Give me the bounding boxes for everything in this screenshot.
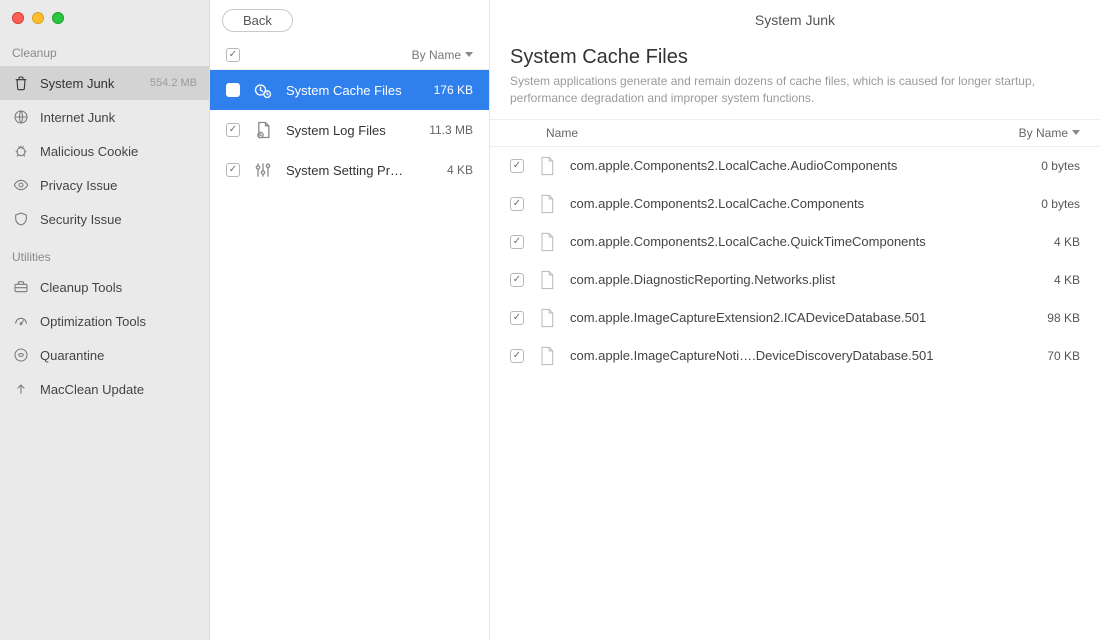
sidebar-item-internet-junk[interactable]: Internet Junk xyxy=(0,100,209,134)
sidebar-section-label: Utilities xyxy=(0,236,209,270)
file-row[interactable]: com.apple.DiagnosticReporting.Networks.p… xyxy=(490,261,1100,299)
file-sort-dropdown[interactable]: By Name xyxy=(1019,126,1080,140)
category-sort-label: By Name xyxy=(412,48,461,62)
file-name: com.apple.ImageCaptureExtension2.ICADevi… xyxy=(570,310,1033,325)
sidebar-item-label: MacClean Update xyxy=(40,382,197,397)
file-checkbox[interactable] xyxy=(510,235,524,249)
category-checkbox[interactable] xyxy=(226,83,240,97)
file-icon xyxy=(538,270,556,290)
settings-icon xyxy=(252,159,274,181)
select-all-checkbox[interactable] xyxy=(226,48,240,62)
category-name: System Log Files xyxy=(286,123,417,138)
category-size: 4 KB xyxy=(447,163,473,177)
category-checkbox[interactable] xyxy=(226,163,240,177)
sidebar-item-label: System Junk xyxy=(40,76,150,91)
detail-panel: System Junk System Cache Files System ap… xyxy=(490,0,1100,640)
file-name: com.apple.ImageCaptureNoti….DeviceDiscov… xyxy=(570,348,1033,363)
file-icon xyxy=(538,346,556,366)
update-icon xyxy=(12,380,30,398)
sidebar-item-macclean-update[interactable]: MacClean Update xyxy=(0,372,209,406)
detail-description: System applications generate and remain … xyxy=(490,73,1100,119)
file-checkbox[interactable] xyxy=(510,311,524,325)
category-checkbox[interactable] xyxy=(226,123,240,137)
sidebar-item-privacy-issue[interactable]: Privacy Issue xyxy=(0,168,209,202)
file-name: com.apple.DiagnosticReporting.Networks.p… xyxy=(570,272,1040,287)
toolbox-icon xyxy=(12,278,30,296)
sidebar-item-label: Optimization Tools xyxy=(40,314,197,329)
sidebar-item-size: 554.2 MB xyxy=(150,77,197,89)
category-row[interactable]: System Cache Files 176 KB xyxy=(210,70,489,110)
file-checkbox[interactable] xyxy=(510,349,524,363)
trash-icon xyxy=(12,74,30,92)
category-row[interactable]: System Setting Pr… 4 KB xyxy=(210,150,489,190)
shield-icon xyxy=(12,210,30,228)
file-icon xyxy=(538,194,556,214)
file-sort-label: By Name xyxy=(1019,126,1068,140)
zoom-window-button[interactable] xyxy=(52,12,64,24)
sidebar-item-system-junk[interactable]: System Junk554.2 MB xyxy=(0,66,209,100)
file-row[interactable]: com.apple.Components2.LocalCache.AudioCo… xyxy=(490,147,1100,185)
file-row[interactable]: com.apple.Components2.LocalCache.Compone… xyxy=(490,185,1100,223)
eye-icon xyxy=(12,176,30,194)
sidebar-section-label: Cleanup xyxy=(0,32,209,66)
page-title: System Junk xyxy=(755,12,835,28)
file-checkbox[interactable] xyxy=(510,159,524,173)
file-row[interactable]: com.apple.ImageCaptureNoti….DeviceDiscov… xyxy=(490,337,1100,375)
category-row[interactable]: System Log Files 11.3 MB xyxy=(210,110,489,150)
sidebar-item-label: Cleanup Tools xyxy=(40,280,197,295)
sidebar: CleanupSystem Junk554.2 MBInternet JunkM… xyxy=(0,0,210,640)
file-size: 4 KB xyxy=(1054,273,1080,287)
category-name: System Setting Pr… xyxy=(286,163,435,178)
sidebar-item-cleanup-tools[interactable]: Cleanup Tools xyxy=(0,270,209,304)
minimize-window-button[interactable] xyxy=(32,12,44,24)
category-panel: Back By Name System Cache Files176 KBSys… xyxy=(210,0,490,640)
sidebar-item-security-issue[interactable]: Security Issue xyxy=(0,202,209,236)
cache-icon xyxy=(252,79,274,101)
globe-icon xyxy=(12,108,30,126)
gauge-icon xyxy=(12,312,30,330)
file-size: 0 bytes xyxy=(1041,197,1080,211)
file-size: 4 KB xyxy=(1054,235,1080,249)
file-icon xyxy=(538,156,556,176)
column-name-label: Name xyxy=(546,126,1019,140)
file-icon xyxy=(538,308,556,328)
sidebar-item-malicious-cookie[interactable]: Malicious Cookie xyxy=(0,134,209,168)
sidebar-item-optimization-tools[interactable]: Optimization Tools xyxy=(0,304,209,338)
category-sort-dropdown[interactable]: By Name xyxy=(412,48,473,62)
detail-heading: System Cache Files xyxy=(490,40,1100,73)
file-icon xyxy=(538,232,556,252)
category-size: 176 KB xyxy=(434,83,473,97)
sidebar-item-label: Malicious Cookie xyxy=(40,144,197,159)
sidebar-item-label: Privacy Issue xyxy=(40,178,197,193)
file-checkbox[interactable] xyxy=(510,273,524,287)
file-name: com.apple.Components2.LocalCache.QuickTi… xyxy=(570,234,1040,249)
file-row[interactable]: com.apple.ImageCaptureExtension2.ICADevi… xyxy=(490,299,1100,337)
file-checkbox[interactable] xyxy=(510,197,524,211)
sidebar-item-label: Quarantine xyxy=(40,348,197,363)
category-name: System Cache Files xyxy=(286,83,422,98)
window-controls xyxy=(0,0,209,32)
bug-icon xyxy=(12,142,30,160)
file-name: com.apple.Components2.LocalCache.Compone… xyxy=(570,196,1027,211)
file-size: 98 KB xyxy=(1047,311,1080,325)
file-row[interactable]: com.apple.Components2.LocalCache.QuickTi… xyxy=(490,223,1100,261)
sidebar-item-quarantine[interactable]: Quarantine xyxy=(0,338,209,372)
quarantine-icon xyxy=(12,346,30,364)
chevron-down-icon xyxy=(465,52,473,57)
chevron-down-icon xyxy=(1072,130,1080,135)
file-name: com.apple.Components2.LocalCache.AudioCo… xyxy=(570,158,1027,173)
close-window-button[interactable] xyxy=(12,12,24,24)
back-button[interactable]: Back xyxy=(222,9,293,32)
file-size: 70 KB xyxy=(1047,349,1080,363)
category-size: 11.3 MB xyxy=(429,123,473,137)
sidebar-item-label: Internet Junk xyxy=(40,110,197,125)
sidebar-item-label: Security Issue xyxy=(40,212,197,227)
log-icon xyxy=(252,119,274,141)
file-size: 0 bytes xyxy=(1041,159,1080,173)
